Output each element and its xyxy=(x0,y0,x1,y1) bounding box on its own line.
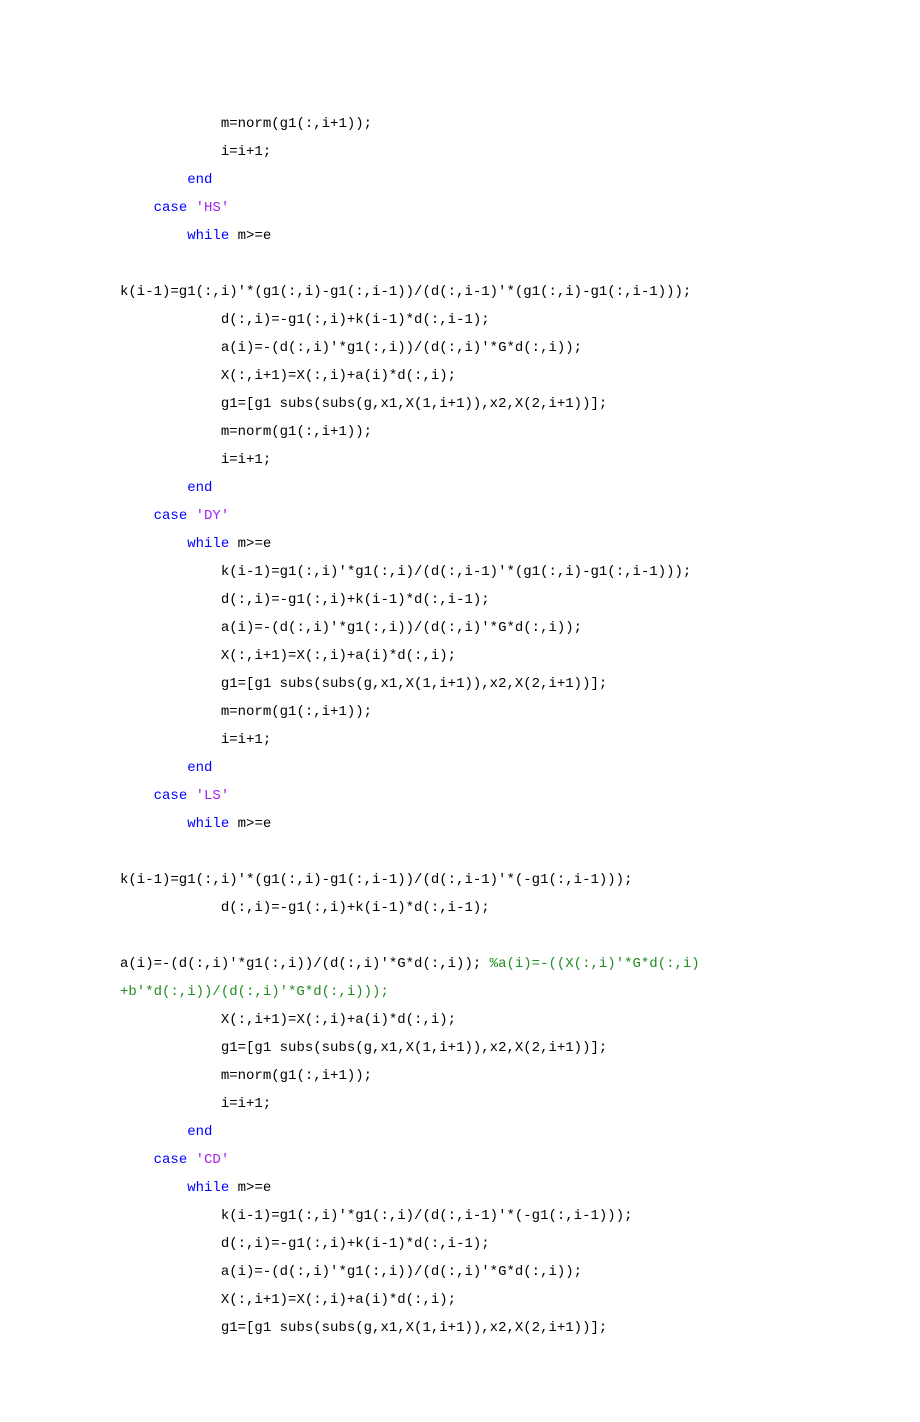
keyword-token: while xyxy=(187,1180,237,1196)
code-token: i=i+1; xyxy=(221,732,271,748)
code-page: m=norm(g1(:,i+1)); i=i+1; end case 'HS' … xyxy=(0,0,920,1422)
keyword-token: end xyxy=(187,760,212,776)
keyword-token: while xyxy=(187,536,237,552)
code-line: a(i)=-(d(:,i)'*g1(:,i))/(d(:,i)'*G*d(:,i… xyxy=(120,614,800,642)
code-line: g1=[g1 subs(subs(g,x1,X(1,i+1)),x2,X(2,i… xyxy=(120,1314,800,1342)
code-line: end xyxy=(120,474,800,502)
code-token: g1=[g1 subs(subs(g,x1,X(1,i+1)),x2,X(2,i… xyxy=(221,1320,607,1336)
string-token: 'HS' xyxy=(196,200,230,216)
code-token: i=i+1; xyxy=(221,144,271,160)
code-token: m>=e xyxy=(238,1180,272,1196)
code-token: a(i)=-(d(:,i)'*g1(:,i))/(d(:,i)'*G*d(:,i… xyxy=(221,340,582,356)
code-line: m=norm(g1(:,i+1)); xyxy=(120,698,800,726)
code-line: case 'HS' xyxy=(120,194,800,222)
code-token: d(:,i)=-g1(:,i)+k(i-1)*d(:,i-1); xyxy=(221,312,490,328)
code-token: d(:,i)=-g1(:,i)+k(i-1)*d(:,i-1); xyxy=(221,900,490,916)
code-line: end xyxy=(120,754,800,782)
keyword-token: case xyxy=(154,1152,196,1168)
code-token: g1=[g1 subs(subs(g,x1,X(1,i+1)),x2,X(2,i… xyxy=(221,396,607,412)
keyword-token: while xyxy=(187,228,237,244)
code-line: d(:,i)=-g1(:,i)+k(i-1)*d(:,i-1); xyxy=(120,1230,800,1258)
code-token: m=norm(g1(:,i+1)); xyxy=(221,116,372,132)
code-block: m=norm(g1(:,i+1)); i=i+1; end case 'HS' … xyxy=(120,110,800,1342)
code-token: X(:,i+1)=X(:,i)+a(i)*d(:,i); xyxy=(221,368,456,384)
code-token: a(i)=-(d(:,i)'*g1(:,i))/(d(:,i)'*G*d(:,i… xyxy=(221,1264,582,1280)
comment-token: +b'*d(:,i))/(d(:,i)'*G*d(:,i))); xyxy=(120,984,389,1000)
code-line: k(i-1)=g1(:,i)'*g1(:,i)/(d(:,i-1)'*(-g1(… xyxy=(120,1202,800,1230)
code-line: X(:,i+1)=X(:,i)+a(i)*d(:,i); xyxy=(120,362,800,390)
code-line: end xyxy=(120,1118,800,1146)
code-line: a(i)=-(d(:,i)'*g1(:,i))/(d(:,i)'*G*d(:,i… xyxy=(120,1258,800,1286)
code-line: d(:,i)=-g1(:,i)+k(i-1)*d(:,i-1); xyxy=(120,586,800,614)
code-line: X(:,i+1)=X(:,i)+a(i)*d(:,i); xyxy=(120,1286,800,1314)
code-token: m>=e xyxy=(238,536,272,552)
keyword-token: end xyxy=(187,1124,212,1140)
code-line: m=norm(g1(:,i+1)); xyxy=(120,418,800,446)
code-line: while m>=e xyxy=(120,222,800,250)
keyword-token: case xyxy=(154,200,196,216)
code-line xyxy=(120,838,800,866)
code-line: g1=[g1 subs(subs(g,x1,X(1,i+1)),x2,X(2,i… xyxy=(120,670,800,698)
code-line: k(i-1)=g1(:,i)'*g1(:,i)/(d(:,i-1)'*(g1(:… xyxy=(120,558,800,586)
code-token: m=norm(g1(:,i+1)); xyxy=(221,1068,372,1084)
code-line: i=i+1; xyxy=(120,1090,800,1118)
code-token: X(:,i+1)=X(:,i)+a(i)*d(:,i); xyxy=(221,1012,456,1028)
code-token: i=i+1; xyxy=(221,1096,271,1112)
code-line: +b'*d(:,i))/(d(:,i)'*G*d(:,i))); xyxy=(120,978,800,1006)
code-line: a(i)=-(d(:,i)'*g1(:,i))/(d(:,i)'*G*d(:,i… xyxy=(120,950,800,978)
code-token: i=i+1; xyxy=(221,452,271,468)
code-token: X(:,i+1)=X(:,i)+a(i)*d(:,i); xyxy=(221,1292,456,1308)
code-line: g1=[g1 subs(subs(g,x1,X(1,i+1)),x2,X(2,i… xyxy=(120,390,800,418)
keyword-token: end xyxy=(187,172,212,188)
code-token: k(i-1)=g1(:,i)'*(g1(:,i)-g1(:,i-1))/(d(:… xyxy=(120,284,691,300)
code-token: d(:,i)=-g1(:,i)+k(i-1)*d(:,i-1); xyxy=(221,1236,490,1252)
code-line: X(:,i+1)=X(:,i)+a(i)*d(:,i); xyxy=(120,642,800,670)
code-token: m=norm(g1(:,i+1)); xyxy=(221,704,372,720)
code-line xyxy=(120,250,800,278)
keyword-token: case xyxy=(154,508,196,524)
code-line: case 'DY' xyxy=(120,502,800,530)
code-token: m>=e xyxy=(238,228,272,244)
string-token: 'DY' xyxy=(196,508,230,524)
code-line: k(i-1)=g1(:,i)'*(g1(:,i)-g1(:,i-1))/(d(:… xyxy=(120,278,800,306)
keyword-token: while xyxy=(187,816,237,832)
comment-token: %a(i)=-((X(:,i)'*G*d(:,i) xyxy=(490,956,700,972)
code-token: a(i)=-(d(:,i)'*g1(:,i))/(d(:,i)'*G*d(:,i… xyxy=(221,620,582,636)
code-token: g1=[g1 subs(subs(g,x1,X(1,i+1)),x2,X(2,i… xyxy=(221,1040,607,1056)
string-token: 'CD' xyxy=(196,1152,230,1168)
code-line: case 'CD' xyxy=(120,1146,800,1174)
code-line: d(:,i)=-g1(:,i)+k(i-1)*d(:,i-1); xyxy=(120,306,800,334)
code-line xyxy=(120,922,800,950)
code-line: i=i+1; xyxy=(120,726,800,754)
code-token: d(:,i)=-g1(:,i)+k(i-1)*d(:,i-1); xyxy=(221,592,490,608)
keyword-token: end xyxy=(187,480,212,496)
code-line: i=i+1; xyxy=(120,446,800,474)
code-token: a(i)=-(d(:,i)'*g1(:,i))/(d(:,i)'*G*d(:,i… xyxy=(120,956,490,972)
code-line: end xyxy=(120,166,800,194)
code-line: while m>=e xyxy=(120,1174,800,1202)
code-line: m=norm(g1(:,i+1)); xyxy=(120,110,800,138)
code-line: while m>=e xyxy=(120,810,800,838)
code-line: k(i-1)=g1(:,i)'*(g1(:,i)-g1(:,i-1))/(d(:… xyxy=(120,866,800,894)
code-token: X(:,i+1)=X(:,i)+a(i)*d(:,i); xyxy=(221,648,456,664)
code-line: while m>=e xyxy=(120,530,800,558)
code-token: m>=e xyxy=(238,816,272,832)
code-line: d(:,i)=-g1(:,i)+k(i-1)*d(:,i-1); xyxy=(120,894,800,922)
code-line: g1=[g1 subs(subs(g,x1,X(1,i+1)),x2,X(2,i… xyxy=(120,1034,800,1062)
code-token: k(i-1)=g1(:,i)'*(g1(:,i)-g1(:,i-1))/(d(:… xyxy=(120,872,632,888)
code-token: k(i-1)=g1(:,i)'*g1(:,i)/(d(:,i-1)'*(-g1(… xyxy=(221,1208,633,1224)
code-token: m=norm(g1(:,i+1)); xyxy=(221,424,372,440)
code-line: X(:,i+1)=X(:,i)+a(i)*d(:,i); xyxy=(120,1006,800,1034)
code-token: g1=[g1 subs(subs(g,x1,X(1,i+1)),x2,X(2,i… xyxy=(221,676,607,692)
code-line: case 'LS' xyxy=(120,782,800,810)
keyword-token: case xyxy=(154,788,196,804)
code-line: i=i+1; xyxy=(120,138,800,166)
code-line: m=norm(g1(:,i+1)); xyxy=(120,1062,800,1090)
string-token: 'LS' xyxy=(196,788,230,804)
code-token: k(i-1)=g1(:,i)'*g1(:,i)/(d(:,i-1)'*(g1(:… xyxy=(221,564,691,580)
code-line: a(i)=-(d(:,i)'*g1(:,i))/(d(:,i)'*G*d(:,i… xyxy=(120,334,800,362)
